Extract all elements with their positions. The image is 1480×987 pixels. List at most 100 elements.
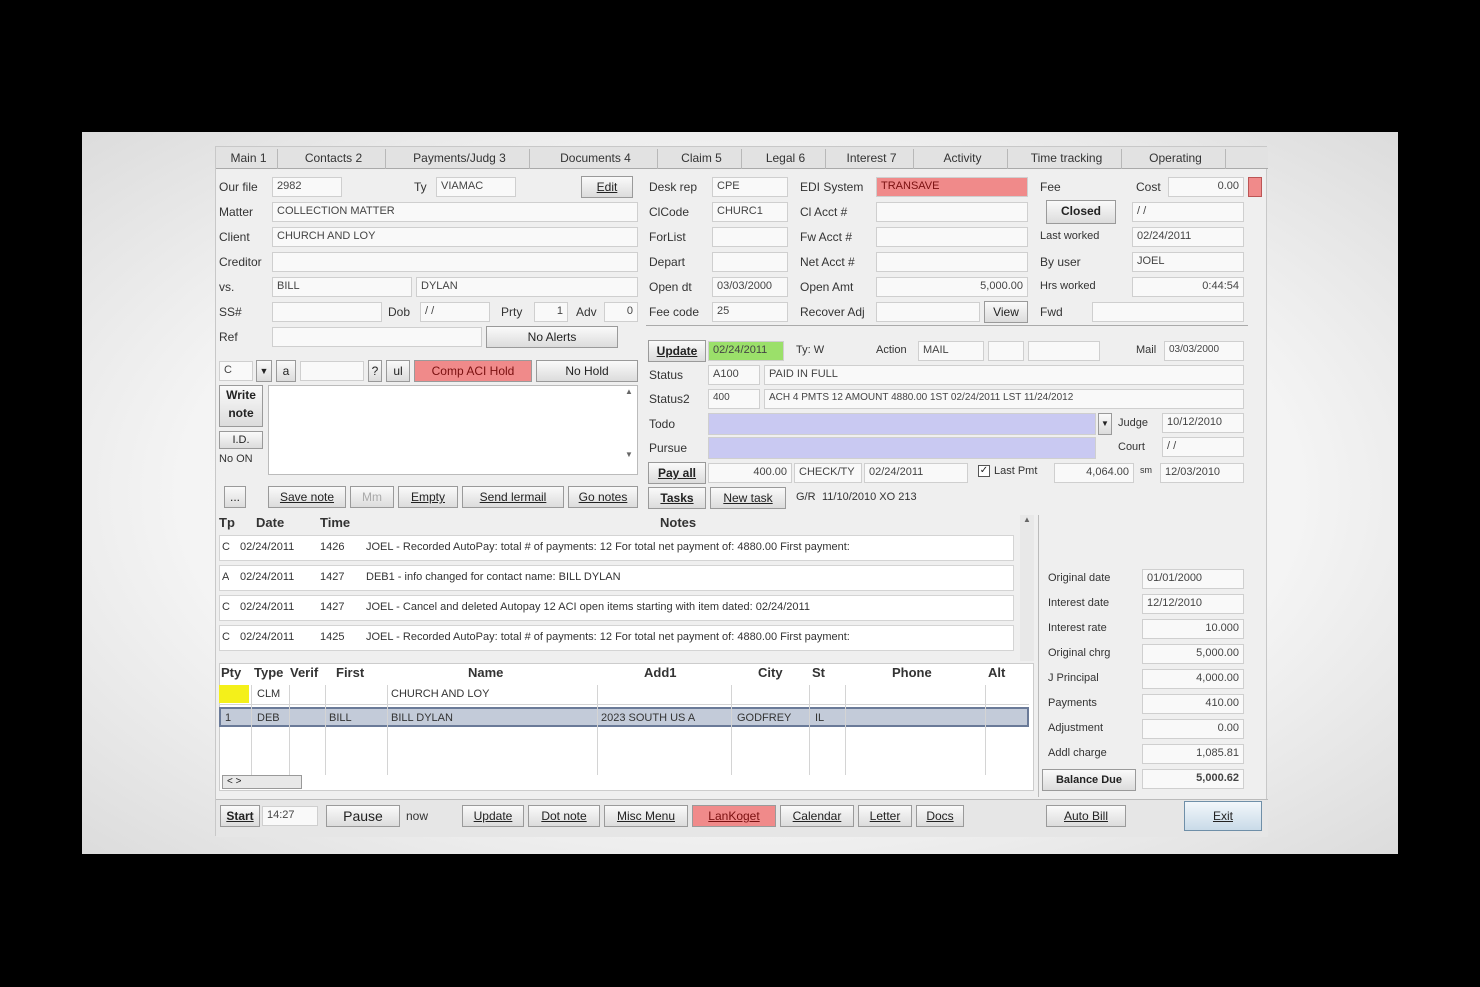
status-text-field[interactable]: PAID IN FULL: [764, 365, 1244, 385]
action-field[interactable]: MAIL: [918, 341, 984, 361]
open-amt-field[interactable]: 5,000.00: [876, 277, 1028, 297]
depart-field[interactable]: [712, 252, 788, 272]
ref-field[interactable]: [272, 327, 482, 347]
pay-all-button[interactable]: Pay all: [648, 462, 706, 484]
forlist-field[interactable]: [712, 227, 788, 247]
edi-field[interactable]: TRANSAVE: [876, 177, 1028, 197]
update-date-field[interactable]: 02/24/2011: [708, 341, 784, 361]
last-pmt-date-field[interactable]: 12/03/2010: [1160, 463, 1244, 483]
tab-payments[interactable]: Payments/Judg 3: [390, 149, 530, 169]
pay-amount-field[interactable]: 400.00: [708, 463, 792, 483]
table-row[interactable]: C 02/24/2011 1427 JOEL - Cancel and dele…: [219, 595, 1014, 621]
update-button[interactable]: Update: [462, 805, 524, 827]
tab-main[interactable]: Main 1: [220, 149, 278, 169]
start-button[interactable]: Start: [220, 805, 260, 827]
disabled-button[interactable]: Mm: [350, 486, 394, 508]
ssn-field[interactable]: [272, 302, 382, 322]
adv-field[interactable]: 0: [604, 302, 638, 322]
vs-first-field[interactable]: BILL: [272, 277, 412, 297]
note-scrollbar[interactable]: ▲ ▼: [622, 387, 636, 473]
interest-rate-field[interactable]: 10.000: [1142, 619, 1244, 639]
pay-date-field[interactable]: 02/24/2011: [864, 463, 968, 483]
note-code-dropdown[interactable]: ▼: [256, 360, 272, 382]
empty-button[interactable]: Empty: [398, 486, 458, 508]
last-pmt-checkbox[interactable]: ✓: [978, 465, 990, 477]
table-row[interactable]: C 02/24/2011 1426 JOEL - Recorded AutoPa…: [219, 535, 1014, 561]
note-sub-field[interactable]: [300, 361, 364, 381]
tab-documents[interactable]: Documents 4: [534, 149, 658, 169]
todo-dropdown[interactable]: ▼: [1098, 413, 1112, 435]
tab-operating[interactable]: Operating: [1126, 149, 1226, 169]
exit-button[interactable]: Exit: [1184, 801, 1262, 831]
tab-activity[interactable]: Activity: [918, 149, 1008, 169]
pay-method-field[interactable]: CHECK/TY: [794, 463, 862, 483]
no-alerts-button[interactable]: No Alerts: [486, 326, 618, 348]
adjustment-field[interactable]: 0.00: [1142, 719, 1244, 739]
note-small-button[interactable]: ...: [224, 486, 246, 508]
balance-due-field[interactable]: 5,000.62: [1142, 769, 1244, 789]
view-button[interactable]: View: [984, 301, 1028, 323]
by-user-field[interactable]: JOEL: [1132, 252, 1244, 272]
go-notes-button[interactable]: Go notes: [568, 486, 638, 508]
save-note-button[interactable]: Save note: [268, 486, 346, 508]
cl-acct-field[interactable]: [876, 202, 1028, 222]
lankoget-button[interactable]: LanKoget: [692, 805, 776, 827]
principal-field[interactable]: 4,000.00: [1142, 669, 1244, 689]
last-pmt-field[interactable]: 4,064.00: [1054, 463, 1134, 483]
todo-field[interactable]: [708, 413, 1096, 435]
tab-legal[interactable]: Legal 6: [746, 149, 826, 169]
auto-bill-button[interactable]: Auto Bill: [1046, 805, 1126, 827]
note-textarea[interactable]: [268, 385, 638, 475]
fee-code-field[interactable]: 25: [712, 302, 788, 322]
dob-field[interactable]: / /: [420, 302, 490, 322]
status2-text-field[interactable]: ACH 4 PMTS 12 AMOUNT 4880.00 1ST 02/24/2…: [764, 389, 1244, 409]
fw-acct-field[interactable]: [876, 227, 1028, 247]
tasks-button[interactable]: Tasks: [648, 487, 706, 509]
vs-last-field[interactable]: DYLAN: [416, 277, 638, 297]
pursue-field[interactable]: [708, 437, 1096, 459]
interest-date-field[interactable]: 12/12/2010: [1142, 594, 1244, 614]
dot-note-button[interactable]: Dot note: [528, 805, 600, 827]
hrs-worked-field[interactable]: 0:44:54: [1132, 277, 1244, 297]
last-worked-field[interactable]: 02/24/2011: [1132, 227, 1244, 247]
original-date-field[interactable]: 01/01/2000: [1142, 569, 1244, 589]
table-row-selected[interactable]: 1 DEB BILL BILL DYLAN 2023 SOUTH US A GO…: [219, 707, 1029, 727]
note-a-button[interactable]: a: [276, 360, 296, 382]
original-chrg-field[interactable]: 5,000.00: [1142, 644, 1244, 664]
ld-button[interactable]: I.D.: [219, 431, 263, 449]
note-code-field[interactable]: C: [219, 361, 253, 381]
note-help-button[interactable]: ?: [368, 360, 382, 382]
client-field[interactable]: CHURCH AND LOY: [272, 227, 638, 247]
type-field[interactable]: VIAMAC: [436, 177, 516, 197]
pause-button[interactable]: Pause: [326, 805, 400, 827]
misc-menu-button[interactable]: Misc Menu: [604, 805, 688, 827]
docs-button[interactable]: Docs: [916, 805, 964, 827]
update-status-button[interactable]: Update: [648, 340, 706, 362]
letter-button[interactable]: Letter: [858, 805, 912, 827]
prty-field[interactable]: 1: [534, 302, 568, 322]
no-hold-button[interactable]: No Hold: [536, 360, 638, 382]
tab-claim[interactable]: Claim 5: [662, 149, 742, 169]
mail-field[interactable]: 03/03/2000: [1164, 341, 1244, 361]
net-acct-field[interactable]: [876, 252, 1028, 272]
tab-contacts[interactable]: Contacts 2: [282, 149, 386, 169]
new-task-button[interactable]: New task: [710, 487, 786, 509]
action-sub-field[interactable]: [988, 341, 1024, 361]
start-time-field[interactable]: 14:27: [262, 806, 318, 826]
tab-interest[interactable]: Interest 7: [830, 149, 914, 169]
judge-field[interactable]: 10/12/2010: [1162, 413, 1244, 433]
table-row[interactable]: CLM CHURCH AND LOY: [219, 685, 1029, 705]
open-dt-field[interactable]: 03/03/2000: [712, 277, 788, 297]
notes-scrollbar[interactable]: ▲: [1020, 515, 1034, 661]
write-note-button[interactable]: Write note: [219, 385, 263, 427]
edit-button[interactable]: Edit: [581, 176, 633, 198]
status2-code-field[interactable]: 400: [708, 389, 760, 409]
table-row[interactable]: A 02/24/2011 1427 DEB1 - info changed fo…: [219, 565, 1014, 591]
payments-field[interactable]: 410.00: [1142, 694, 1244, 714]
creditor-field[interactable]: [272, 252, 638, 272]
closed-date-field[interactable]: / /: [1132, 202, 1244, 222]
recover-adj-field[interactable]: [876, 302, 980, 322]
court-field[interactable]: / /: [1162, 437, 1244, 457]
contacts-hscroll[interactable]: < >: [222, 775, 302, 789]
table-row[interactable]: C 02/24/2011 1425 JOEL - Recorded AutoPa…: [219, 625, 1014, 651]
